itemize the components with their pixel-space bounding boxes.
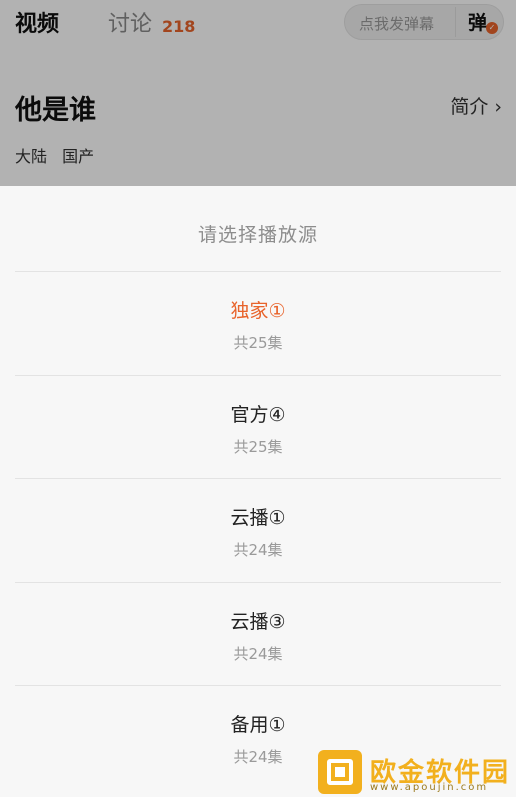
source-name: 云播①: [230, 507, 286, 529]
episode-count: 共25集: [233, 334, 283, 352]
source-name: 云播③: [230, 611, 286, 633]
watermark-logo-icon: [318, 750, 362, 794]
app-page: 视频 讨论 218 点我发弹幕 弹 ✓ 他是谁 简介 › 大陆 国产 请选择播放源…: [0, 0, 516, 797]
source-option[interactable]: 独家① 共25集: [15, 272, 501, 375]
source-option[interactable]: 云播① 共24集: [15, 479, 501, 582]
episode-count: 共24集: [233, 645, 283, 663]
source-name: 官方④: [230, 404, 286, 426]
source-picker-sheet: 请选择播放源 独家① 共25集 官方④ 共25集 云播① 共24集 云播③ 共2…: [0, 186, 516, 797]
source-name: 备用①: [230, 714, 286, 736]
source-option[interactable]: 官方④ 共25集: [15, 376, 501, 479]
episode-count: 共25集: [233, 438, 283, 456]
site-watermark: 欧金软件园 www.apoujin.com: [318, 744, 516, 797]
dim-overlay[interactable]: [0, 0, 516, 186]
source-name: 独家①: [230, 300, 286, 322]
source-option[interactable]: 云播③ 共24集: [15, 583, 501, 686]
watermark-url: www.apoujin.com: [370, 782, 489, 793]
episode-count: 共24集: [233, 541, 283, 559]
sheet-title: 请选择播放源: [197, 224, 318, 246]
